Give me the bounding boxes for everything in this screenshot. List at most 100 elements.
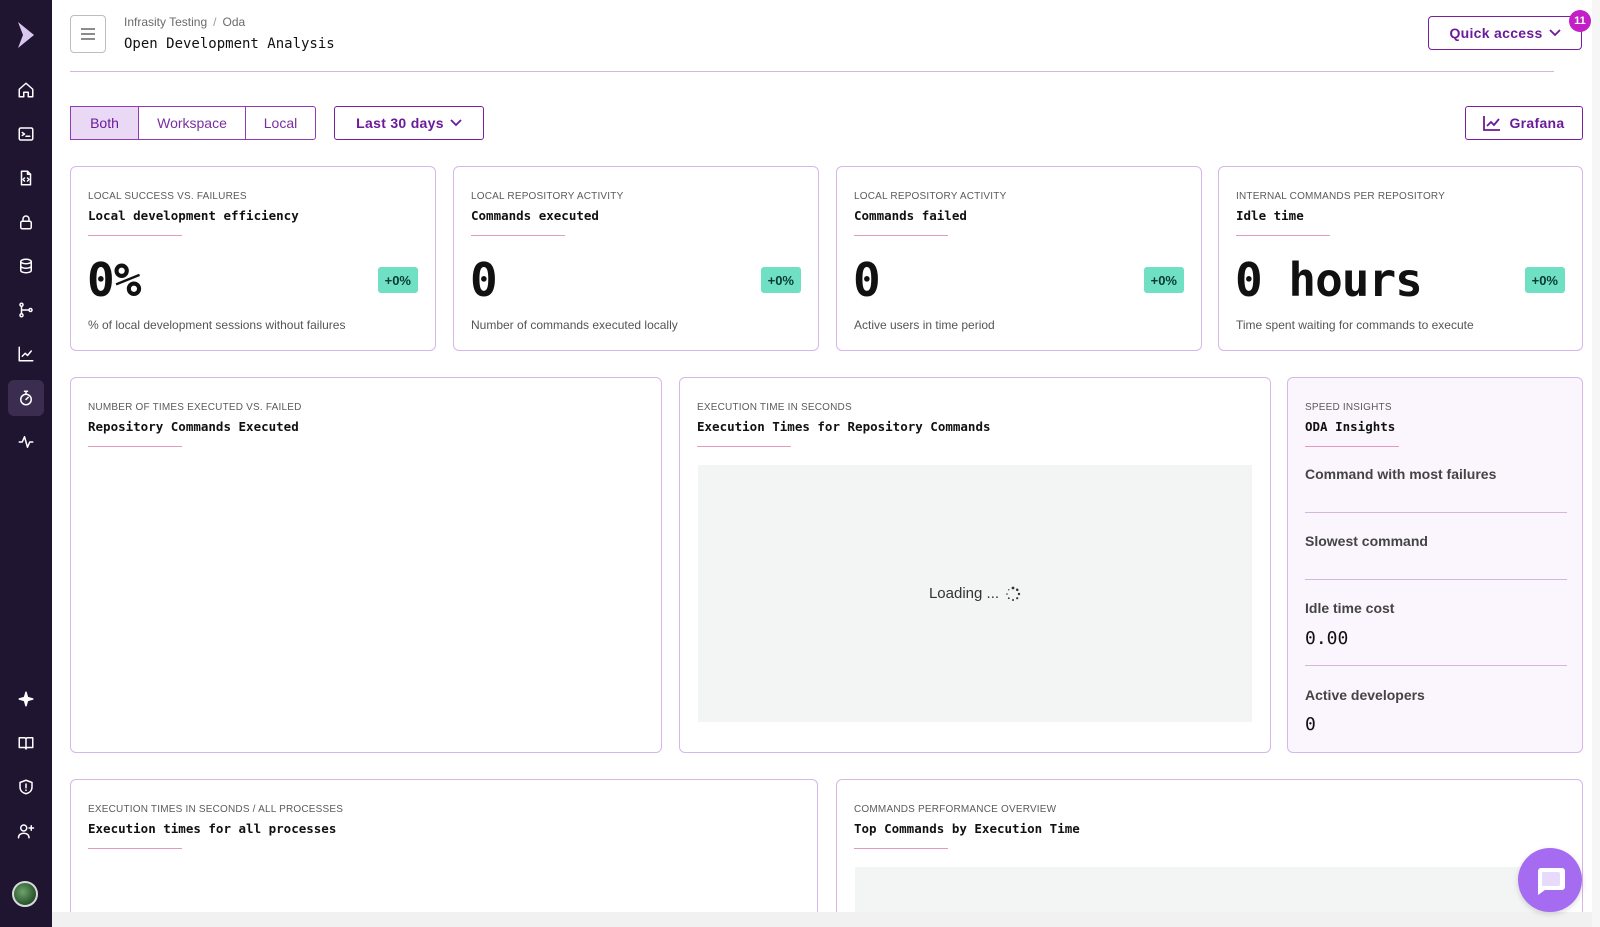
sidebar-item-activity[interactable] — [8, 424, 44, 460]
menu-button[interactable] — [70, 15, 106, 53]
card-title: Commands executed — [471, 208, 599, 223]
stat-description: % of local development sessions without … — [88, 318, 346, 332]
sidebar-item-docs[interactable] — [8, 725, 44, 761]
spinner-icon — [1006, 586, 1021, 601]
stat-description: Time spent waiting for commands to execu… — [1236, 318, 1474, 332]
breadcrumb: Infrasity Testing / Oda — [124, 15, 245, 29]
stat-value: 0 hours — [1235, 253, 1423, 307]
stat-value: 0 — [470, 253, 498, 307]
title-underline — [854, 848, 948, 849]
card-overline: INTERNAL COMMANDS PER REPOSITORY — [1236, 191, 1446, 202]
sidebar-item-analytics[interactable] — [8, 336, 44, 372]
sidebar-item-home[interactable] — [8, 72, 44, 108]
chat-button[interactable] — [1518, 848, 1582, 912]
title-underline — [854, 235, 948, 236]
panel-oda-insights: SPEED INSIGHTS ODA Insights Command with… — [1287, 377, 1583, 753]
shield-icon — [19, 779, 33, 795]
card-title: Idle time — [1236, 208, 1304, 223]
title-underline — [1305, 446, 1399, 447]
lock-icon — [20, 215, 32, 230]
activity-icon — [18, 436, 34, 448]
card-title: Top Commands by Execution Time — [854, 821, 1080, 836]
scope-local-button[interactable]: Local — [245, 106, 316, 140]
card-overline: LOCAL REPOSITORY ACTIVITY — [854, 191, 1007, 202]
stopwatch-icon — [20, 390, 32, 406]
loading-text: Loading ... — [928, 585, 1000, 602]
panel-top-commands: COMMANDS PERFORMANCE OVERVIEW Top Comman… — [836, 779, 1583, 927]
panel-repository-commands: NUMBER OF TIMES EXECUTED VS. FAILED Repo… — [70, 377, 662, 753]
insight-label: Command with most failures — [1305, 466, 1497, 482]
scope-both-button[interactable]: Both — [70, 106, 139, 140]
stat-description: Active users in time period — [854, 318, 995, 332]
insight-divider — [1305, 665, 1567, 666]
horizontal-scrollbar[interactable] — [52, 912, 1600, 927]
panel-execution-times: EXECUTION TIME IN SECONDS Execution Time… — [679, 377, 1271, 753]
sparkle-icon — [18, 691, 34, 707]
sidebar-item-terminal[interactable] — [8, 116, 44, 152]
card-title: Local development efficiency — [88, 208, 299, 223]
database-icon — [20, 258, 32, 274]
stat-card-efficiency: LOCAL SUCCESS VS. FAILURES Local develop… — [70, 166, 436, 351]
chevron-down-icon — [450, 119, 462, 127]
sidebar-item-security[interactable] — [8, 204, 44, 240]
code-file-icon — [20, 170, 32, 186]
home-icon — [18, 82, 34, 98]
title-underline — [88, 235, 182, 236]
avatar[interactable] — [12, 881, 38, 907]
branch-icon — [19, 302, 33, 318]
sidebar-item-database[interactable] — [8, 248, 44, 284]
title-underline — [471, 235, 565, 236]
date-range-label: Last 30 days — [356, 115, 444, 131]
insight-label: Slowest command — [1305, 533, 1428, 549]
chat-icon — [1538, 868, 1565, 895]
title-underline — [88, 446, 182, 447]
card-title: Execution Times for Repository Commands — [697, 419, 991, 434]
insight-divider — [1305, 579, 1567, 580]
sidebar-item-branches[interactable] — [8, 292, 44, 328]
card-title: ODA Insights — [1305, 419, 1396, 434]
breadcrumb-separator: / — [213, 15, 217, 29]
insight-value: 0 — [1305, 714, 1316, 735]
scope-workspace-button[interactable]: Workspace — [138, 106, 246, 140]
stat-value: 0% — [87, 253, 141, 307]
line-chart-icon — [1483, 116, 1501, 131]
logo-icon[interactable] — [14, 20, 38, 50]
book-icon — [18, 737, 34, 750]
date-range-dropdown[interactable]: Last 30 days — [334, 106, 484, 140]
card-overline: COMMANDS PERFORMANCE OVERVIEW — [854, 804, 1057, 815]
page-title: Open Development Analysis — [124, 36, 335, 52]
breadcrumb-workspace[interactable]: Infrasity Testing — [124, 15, 207, 29]
sidebar-item-oda[interactable] — [8, 380, 44, 416]
grafana-label: Grafana — [1509, 115, 1565, 131]
chart-icon — [18, 346, 34, 362]
breadcrumb-page[interactable]: Oda — [223, 15, 246, 29]
insight-label: Active developers — [1305, 687, 1425, 703]
add-user-icon — [17, 824, 35, 839]
stat-card-commands-failed: LOCAL REPOSITORY ACTIVITY Commands faile… — [836, 166, 1202, 351]
sidebar-item-policies[interactable] — [8, 769, 44, 805]
stat-card-commands-executed: LOCAL REPOSITORY ACTIVITY Commands execu… — [453, 166, 819, 351]
vertical-scrollbar[interactable] — [1592, 0, 1600, 927]
insight-label: Idle time cost — [1305, 600, 1395, 616]
sidebar — [0, 0, 52, 927]
sidebar-item-invite[interactable] — [8, 813, 44, 849]
chart-loading-area: Loading ... — [698, 465, 1252, 722]
title-underline — [1236, 235, 1330, 236]
chart-placeholder — [855, 867, 1555, 917]
scope-toggle: Both Workspace Local — [70, 106, 316, 140]
insight-divider — [1305, 512, 1567, 513]
grafana-button[interactable]: Grafana — [1465, 106, 1583, 140]
sidebar-item-code-file[interactable] — [8, 160, 44, 196]
change-badge: +0% — [377, 267, 418, 293]
stat-description: Number of commands executed locally — [471, 318, 678, 332]
card-title: Execution times for all processes — [88, 821, 337, 836]
chevron-down-icon — [1548, 29, 1561, 37]
card-overline: SPEED INSIGHTS — [1305, 402, 1392, 413]
card-overline: NUMBER OF TIMES EXECUTED VS. FAILED — [88, 402, 302, 413]
sidebar-item-ai[interactable] — [8, 681, 44, 717]
card-overline: EXECUTION TIME IN SECONDS — [697, 402, 852, 413]
quick-access-button[interactable]: Quick access — [1428, 16, 1582, 50]
title-underline — [697, 446, 791, 447]
card-overline: LOCAL REPOSITORY ACTIVITY — [471, 191, 624, 202]
title-underline — [88, 848, 182, 849]
